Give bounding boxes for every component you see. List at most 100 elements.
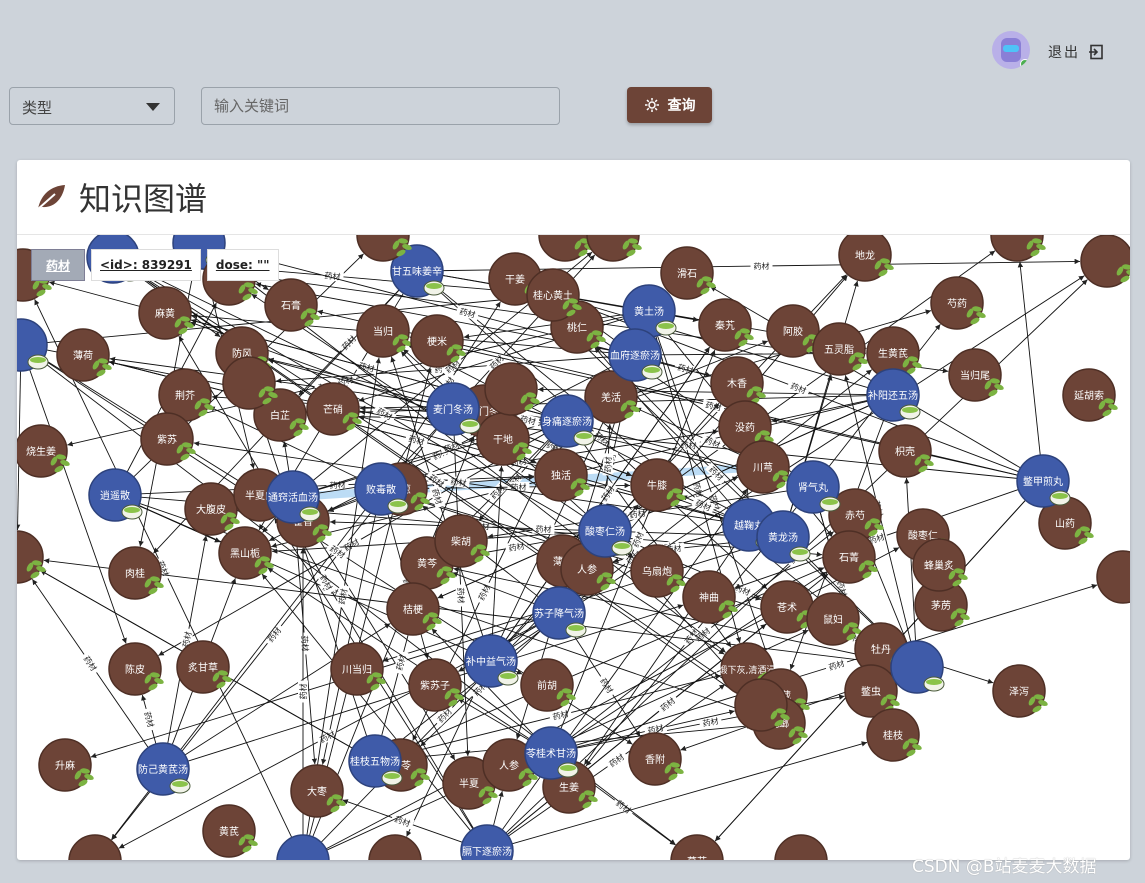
herb-node[interactable]: 陈皮 — [108, 642, 165, 696]
herb-node[interactable]: 当归 — [356, 304, 413, 358]
herb-node[interactable]: 当归尾 — [948, 348, 1005, 402]
herb-node[interactable]: 牛膝 — [630, 458, 687, 512]
herb-node[interactable]: 香附 — [628, 732, 685, 786]
formula-node[interactable]: 通窍活血汤 — [266, 470, 321, 524]
keyword-input[interactable] — [201, 87, 560, 125]
herb-node[interactable]: 川当归 — [330, 642, 387, 696]
formula-node[interactable]: 酸枣仁汤 — [578, 504, 633, 558]
formula-node[interactable]: 苓桂术甘汤 — [524, 726, 579, 780]
herb-node[interactable]: 蜂巢炙 — [912, 538, 969, 592]
node-label: 当归尾 — [960, 369, 990, 382]
medicine-bowl-icon — [459, 418, 481, 434]
chip-node-type[interactable]: 药材 — [31, 249, 85, 281]
herb-node[interactable]: 黄芪 — [202, 804, 259, 858]
herb-node[interactable]: 草节 — [670, 834, 727, 860]
formula-node[interactable]: 膈下逐瘀汤 — [460, 824, 514, 860]
node-label: 赤芍 — [845, 509, 865, 522]
medicine-bowl-icon — [923, 676, 945, 692]
herb-node[interactable]: 黑山栀 — [218, 526, 275, 580]
node-label: 陈皮 — [125, 663, 145, 676]
herb-node[interactable]: 芍药 — [930, 276, 987, 330]
formula-node[interactable] — [276, 834, 330, 860]
herb-node[interactable]: 炙甘草 — [176, 640, 233, 694]
relation-edge[interactable] — [674, 315, 699, 322]
formula-node[interactable]: 桂枝五物汤 — [348, 734, 403, 788]
query-button[interactable]: 查询 — [627, 87, 712, 123]
formula-node[interactable] — [890, 640, 945, 694]
node-label: 人参 — [577, 563, 597, 576]
relation-edge[interactable] — [1017, 261, 1041, 456]
herb-node[interactable]: 秦艽 — [698, 298, 755, 352]
herb-node[interactable]: 地龙 — [838, 235, 895, 282]
herb-node[interactable]: 前胡 — [520, 658, 577, 712]
node-label: 血府逐瘀汤 — [610, 349, 660, 362]
herb-node[interactable] — [484, 362, 541, 416]
herb-node[interactable] — [17, 530, 47, 584]
user-avatar[interactable] — [992, 31, 1030, 69]
card-header: 知识图谱 — [35, 174, 207, 220]
herb-node[interactable]: 麻黄 — [138, 286, 195, 340]
node-label: 败毒散 — [366, 483, 396, 496]
node-label: 苍术 — [777, 601, 797, 614]
type-select[interactable]: 类型 — [9, 87, 175, 125]
herb-node[interactable] — [1080, 235, 1130, 288]
node-label: 泽泻 — [1009, 685, 1029, 698]
node-label: 黑山栀 — [230, 547, 260, 560]
formula-node[interactable] — [17, 318, 49, 372]
node-label: 牡丹 — [871, 643, 891, 656]
knowledge-graph-canvas[interactable]: 药材 药材 药材 药材 药材 药材 药材 药材 药材 药材 药材 药材 药材 药材 药材 药材 药材 药材 药材 药材… — [17, 234, 1130, 860]
herb-node[interactable]: 梗米 — [410, 314, 467, 368]
formula-node[interactable]: 苏子降气汤 — [532, 586, 587, 640]
herb-node[interactable] — [68, 834, 125, 860]
node-label: 干地 — [493, 433, 513, 446]
node-label: 木香 — [727, 378, 747, 390]
edge-label: 药材 — [827, 658, 845, 672]
formula-node[interactable]: 补中益气汤 — [464, 634, 519, 688]
herb-node[interactable]: 石膏 — [264, 278, 321, 332]
herb-node[interactable] — [990, 235, 1047, 262]
node-label: 独活 — [551, 469, 571, 482]
formula-node[interactable]: 鳖甲煎丸 — [1016, 454, 1071, 508]
formula-node[interactable]: 麦门冬汤 — [426, 382, 481, 436]
herb-node[interactable] — [222, 356, 279, 410]
herb-node[interactable] — [586, 235, 643, 262]
node-label: 逍遥散 — [100, 489, 130, 502]
chip-node-dose[interactable]: dose: "" — [206, 249, 279, 281]
herb-node[interactable] — [774, 834, 831, 860]
herb-node[interactable]: 芒硝 — [306, 382, 363, 436]
formula-node[interactable]: 逍遥散 — [88, 468, 143, 522]
formula-node[interactable]: 身痛逐瘀汤 — [540, 394, 595, 448]
herb-node[interactable]: 桂枝 — [866, 708, 923, 762]
graph-svg[interactable]: 药材药材药材药材药材药材药材药材药材药材药材药材药材药材药材药材药材药材药材药材… — [17, 235, 1130, 860]
herb-node[interactable] — [1096, 550, 1130, 604]
herb-node[interactable] — [368, 834, 425, 860]
node-label: 没药 — [735, 422, 755, 434]
relation-edge[interactable] — [458, 698, 529, 741]
formula-node[interactable]: 败毒散 — [354, 462, 409, 516]
node-label: 干姜 — [505, 273, 525, 286]
herb-node[interactable]: 神曲 — [682, 570, 739, 624]
leaf-icon — [37, 185, 65, 210]
formula-node[interactable]: 防己黄芪汤 — [136, 742, 191, 796]
herb-node[interactable]: 泽泻 — [992, 664, 1049, 718]
herb-node[interactable]: 大腹皮 — [184, 482, 241, 536]
node-detail-chips: 药材 <id>: 839291 dose: "" — [31, 249, 279, 281]
relation-edge[interactable] — [327, 498, 358, 512]
herb-node[interactable]: 鼠妇 — [806, 592, 863, 646]
logout-button[interactable]: 退出 — [1048, 42, 1104, 62]
herb-node[interactable]: 滑石 — [660, 246, 717, 300]
herb-node[interactable]: 烧生姜 — [17, 424, 71, 478]
formula-node[interactable]: 补阳还五汤 — [866, 368, 921, 422]
node-label: 黄芪 — [219, 825, 239, 838]
herb-node[interactable]: 川芎 — [736, 440, 793, 494]
herb-node[interactable]: 桔梗 — [386, 582, 443, 636]
chip-node-id[interactable]: <id>: 839291 — [91, 249, 201, 281]
medicine-bowl-icon — [789, 546, 811, 562]
formula-node[interactable]: 黄龙汤 — [756, 510, 811, 564]
formula-node[interactable]: 血府逐瘀汤 — [608, 328, 663, 382]
herb-node[interactable]: 紫苏子 — [408, 658, 465, 712]
herb-node[interactable]: 延胡索 — [1062, 368, 1119, 422]
formula-node[interactable]: 肾气丸 — [786, 460, 841, 514]
herb-node[interactable]: 升麻 — [38, 738, 95, 792]
node-label: 五灵脂 — [824, 343, 854, 356]
